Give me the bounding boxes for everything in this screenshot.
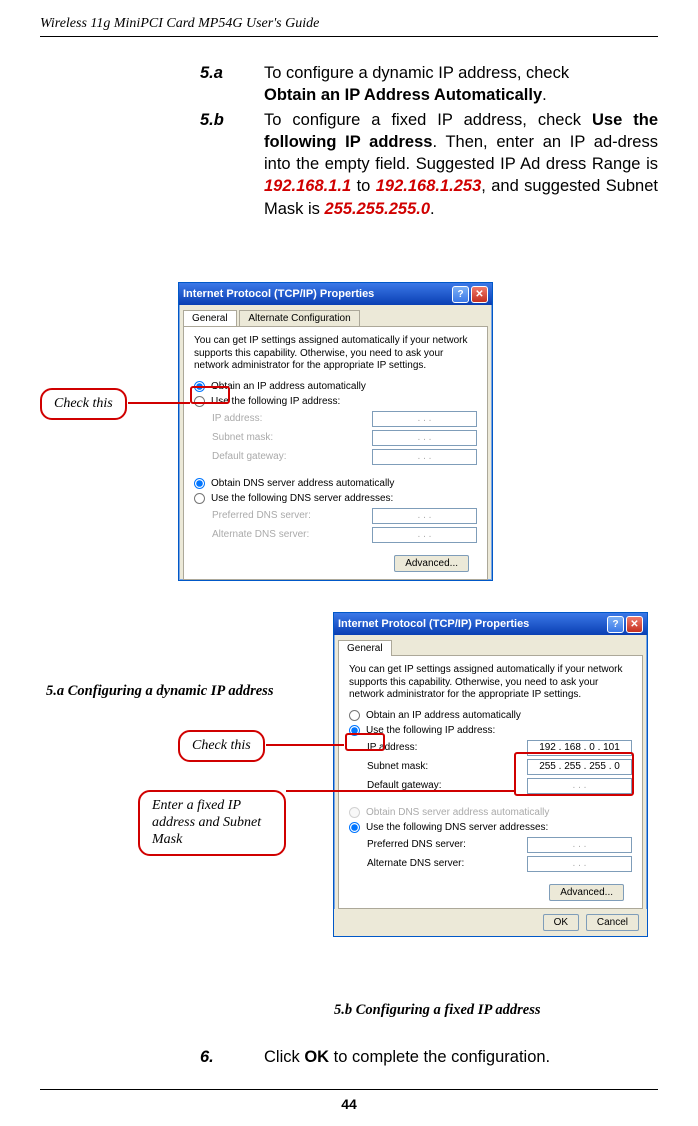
- step-6-t1: Click: [264, 1048, 304, 1066]
- step-number-5a: 5.a: [200, 62, 264, 107]
- dialog2-description: You can get IP settings assigned automat…: [349, 664, 632, 702]
- header-divider: [40, 36, 658, 37]
- dialog1-lbl-alt-dns: Alternate DNS server:: [212, 529, 372, 540]
- step-5b-text: To configure a fixed IP address, check U…: [264, 109, 658, 220]
- dialog1-radio-obtain-ip[interactable]: Obtain an IP address automatically: [194, 381, 477, 392]
- dialog1-radio-use-dns-input[interactable]: [194, 493, 205, 504]
- caption-5b: 5.b Configuring a fixed IP address: [334, 1002, 541, 1019]
- dialog1-radio-obtain-dns[interactable]: Obtain DNS server address automatically: [194, 478, 477, 489]
- caption-5a: 5.a Configuring a dynamic IP address: [46, 683, 273, 700]
- footer-divider: [40, 1089, 658, 1090]
- step-5a-line1: To configure a dynamic IP address, check: [264, 64, 569, 82]
- dialog2-titlebar: Internet Protocol (TCP/IP) Properties ? …: [334, 613, 647, 635]
- red-highlight-use-ip: [345, 733, 385, 751]
- red-highlight-ip-fields: [514, 752, 634, 796]
- dialog2-pref-dns-input[interactable]: . . .: [527, 837, 632, 853]
- dialog1-title: Internet Protocol (TCP/IP) Properties: [183, 288, 374, 300]
- dialog2-radio-obtain-ip-label: Obtain an IP address automatically: [366, 710, 521, 721]
- dialog1-lbl-pref-dns: Preferred DNS server:: [212, 510, 372, 521]
- dialog2-ok-button[interactable]: OK: [543, 914, 579, 931]
- dialog1-radio-obtain-ip-label: Obtain an IP address automatically: [211, 381, 366, 392]
- dialog1-radio-use-ip-label: Use the following IP address:: [211, 396, 340, 407]
- step-5a-period: .: [542, 86, 547, 104]
- dialog1-help-button[interactable]: ?: [452, 286, 469, 303]
- dialog2-advanced-row: Advanced...: [349, 887, 632, 898]
- dialog1-close-button[interactable]: ✕: [471, 286, 488, 303]
- dialog1-tabs: General Alternate Configuration: [179, 305, 492, 326]
- dialog2-lbl-subnet: Subnet mask:: [367, 761, 527, 772]
- dialog1-radio-use-dns-label: Use the following DNS server addresses:: [211, 493, 393, 504]
- red-highlight-obtain-ip: [190, 386, 230, 404]
- dialog2-lbl-ip: IP address:: [367, 742, 527, 753]
- step-6-bold: OK: [304, 1048, 329, 1066]
- dialog2-radio-obtain-dns[interactable]: Obtain DNS server address automatically: [349, 807, 632, 818]
- footer-instruction: 6. Click OK to complete the configuratio…: [200, 1048, 658, 1067]
- dialog1-radio-obtain-dns-input[interactable]: [194, 478, 205, 489]
- dialog2-lbl-pref-dns: Preferred DNS server:: [367, 839, 527, 850]
- dialog2-radio-obtain-ip-input[interactable]: [349, 710, 360, 721]
- callout-line-3: [286, 790, 514, 792]
- dialog2-tab-general[interactable]: General: [338, 640, 392, 656]
- tcpip-dialog-dynamic: Internet Protocol (TCP/IP) Properties ? …: [178, 282, 493, 581]
- dialog1-radio-obtain-dns-label: Obtain DNS server address automatically: [211, 478, 394, 489]
- callout-check-this-2: Check this: [178, 730, 265, 762]
- callout-line-2: [266, 744, 344, 746]
- page-number: 44: [0, 1096, 698, 1112]
- dialog2-advanced-button[interactable]: Advanced...: [549, 884, 624, 901]
- step-5a-text: To configure a dynamic IP address, check…: [264, 62, 658, 107]
- dialog2-radio-use-dns-input[interactable]: [349, 822, 360, 833]
- dialog2-radio-use-dns-label: Use the following DNS server addresses:: [366, 822, 548, 833]
- dialog2-help-button[interactable]: ?: [607, 616, 624, 633]
- dialog2-close-button[interactable]: ✕: [626, 616, 643, 633]
- dialog1-lbl-gateway: Default gateway:: [212, 451, 372, 462]
- dialog2-lbl-alt-dns: Alternate DNS server:: [367, 858, 527, 869]
- dialog2-title: Internet Protocol (TCP/IP) Properties: [338, 618, 529, 630]
- step-5b-t3: to: [351, 177, 376, 195]
- dialog2-radio-use-ip[interactable]: Use the following IP address:: [349, 725, 632, 736]
- step-5b-ip2: 192.168.1.253: [376, 177, 482, 195]
- dialog1-radio-use-ip[interactable]: Use the following IP address:: [194, 396, 477, 407]
- dialog1-tab-general[interactable]: General: [183, 310, 237, 326]
- dialog1-gateway-input[interactable]: . . .: [372, 449, 477, 465]
- dialog2-radio-obtain-dns-label: Obtain DNS server address automatically: [366, 807, 549, 818]
- instruction-block: 5.a To configure a dynamic IP address, c…: [200, 62, 658, 222]
- dialog2-tabs: General: [334, 635, 647, 655]
- callout-enter-ip: Enter a fixed IP address and Subnet Mask: [138, 790, 286, 856]
- step-6-t2: to complete the configuration.: [329, 1048, 550, 1066]
- dialog1-alt-dns-input[interactable]: . . .: [372, 527, 477, 543]
- dialog2-radio-obtain-ip[interactable]: Obtain an IP address automatically: [349, 710, 632, 721]
- dialog1-titlebar: Internet Protocol (TCP/IP) Properties ? …: [179, 283, 492, 305]
- dialog1-advanced-button[interactable]: Advanced...: [394, 555, 469, 572]
- step-number-6: 6.: [200, 1048, 264, 1067]
- dialog2-radio-obtain-dns-input[interactable]: [349, 807, 360, 818]
- dialog2-alt-dns-input[interactable]: . . .: [527, 856, 632, 872]
- dialog2-radio-use-dns[interactable]: Use the following DNS server addresses:: [349, 822, 632, 833]
- step-6-text: Click OK to complete the configuration.: [264, 1048, 550, 1067]
- step-5b-ip3: 255.255.255.0: [325, 200, 431, 218]
- dialog1-lbl-subnet: Subnet mask:: [212, 432, 372, 443]
- dialog1-advanced-row: Advanced...: [194, 558, 477, 569]
- dialog2-button-row: OK Cancel: [334, 909, 647, 936]
- step-5a-bold: Obtain an IP Address Automatically: [264, 86, 542, 104]
- step-5b-ip1: 192.168.1.1: [264, 177, 351, 195]
- dialog1-lbl-ip: IP address:: [212, 413, 372, 424]
- step-5b-t1: To configure a fixed IP address, check: [264, 111, 592, 129]
- dialog1-tab-alternate[interactable]: Alternate Configuration: [239, 310, 359, 327]
- dialog2-radio-use-ip-label: Use the following IP address:: [366, 725, 495, 736]
- dialog2-cancel-button[interactable]: Cancel: [586, 914, 639, 931]
- step-number-5b: 5.b: [200, 109, 264, 220]
- dialog1-pref-dns-input[interactable]: . . .: [372, 508, 477, 524]
- dialog1-radio-use-dns[interactable]: Use the following DNS server addresses:: [194, 493, 477, 504]
- step-5b-period: .: [430, 200, 435, 218]
- dialog1-subnet-input[interactable]: . . .: [372, 430, 477, 446]
- callout-check-this-1: Check this: [40, 388, 127, 420]
- dialog1-ip-input[interactable]: . . .: [372, 411, 477, 427]
- callout-line-1: [128, 402, 190, 404]
- dialog1-panel: You can get IP settings assigned automat…: [183, 326, 488, 580]
- page-header: Wireless 11g MiniPCI Card MP54G User's G…: [40, 16, 319, 32]
- dialog1-description: You can get IP settings assigned automat…: [194, 335, 477, 373]
